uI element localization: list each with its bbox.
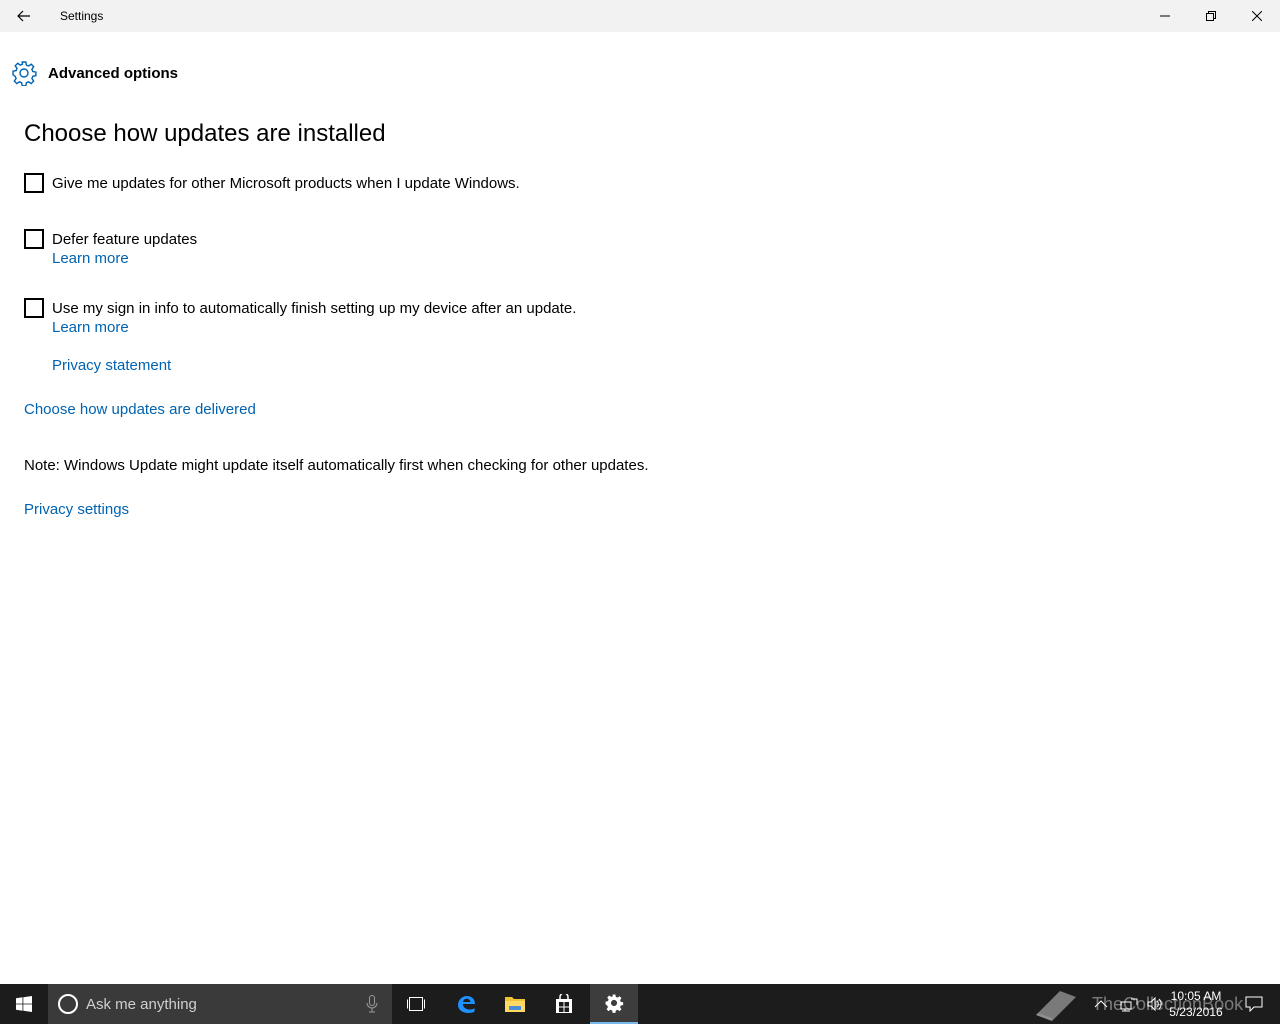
clock[interactable]: 10:05 AM 5/23/2016	[1160, 988, 1232, 1020]
search-box[interactable]: Ask me anything	[48, 984, 392, 1024]
folder-icon	[505, 997, 525, 1012]
page-header: Advanced options	[10, 58, 178, 88]
other-products-label: Give me updates for other Microsoft prod…	[52, 174, 520, 192]
search-placeholder: Ask me anything	[86, 995, 197, 1013]
windows-logo-icon	[16, 996, 32, 1012]
privacy-settings-link[interactable]: Privacy settings	[24, 501, 129, 518]
edge-icon	[458, 996, 475, 1013]
option-sign-in-info[interactable]: Use my sign in info to automatically fin…	[24, 298, 576, 318]
close-button[interactable]	[1234, 0, 1280, 32]
defer-updates-label: Defer feature updates	[52, 230, 198, 248]
privacy-statement-link[interactable]: Privacy statement	[52, 357, 171, 374]
delivery-options-link[interactable]: Choose how updates are delivered	[24, 401, 256, 418]
page-title: Advanced options	[48, 64, 179, 82]
action-center-button[interactable]	[1234, 984, 1274, 1024]
microphone-icon[interactable]	[364, 994, 380, 1014]
defer-learn-more-link[interactable]: Learn more	[52, 250, 129, 267]
start-button[interactable]	[0, 984, 48, 1024]
settings-taskbar-button[interactable]	[590, 984, 638, 1024]
task-view-icon	[407, 997, 425, 1011]
gear-icon	[10, 59, 38, 87]
cortana-icon	[58, 994, 78, 1014]
clock-time: 10:05 AM	[1170, 989, 1222, 1003]
sign-in-info-checkbox[interactable]	[24, 298, 44, 318]
title-bar: Settings	[0, 0, 1280, 32]
chevron-up-icon[interactable]	[1094, 999, 1108, 1009]
other-products-checkbox[interactable]	[24, 173, 44, 193]
task-view-button[interactable]	[392, 984, 440, 1024]
window-title: Settings	[60, 9, 104, 23]
restore-icon	[1206, 11, 1216, 21]
taskbar: Ask me anything TheCollectionBook 10:05 …	[0, 984, 1280, 1024]
option-defer-feature-updates[interactable]: Defer feature updates	[24, 229, 197, 249]
defer-updates-checkbox[interactable]	[24, 229, 44, 249]
store-button[interactable]	[540, 984, 588, 1024]
system-tray	[1094, 984, 1164, 1024]
restore-button[interactable]	[1188, 0, 1234, 32]
back-button[interactable]	[0, 0, 48, 32]
network-icon[interactable]	[1120, 996, 1138, 1012]
notification-icon	[1245, 996, 1263, 1012]
clock-date: 5/23/2016	[1169, 1005, 1223, 1019]
option-other-products[interactable]: Give me updates for other Microsoft prod…	[24, 173, 520, 193]
minimize-icon	[1160, 15, 1170, 17]
file-explorer-button[interactable]	[491, 984, 539, 1024]
edge-button[interactable]	[442, 984, 490, 1024]
update-note: Note: Windows Update might update itself…	[24, 457, 649, 474]
arrow-left-icon	[17, 10, 30, 22]
sign-in-learn-more-link[interactable]: Learn more	[52, 319, 129, 336]
close-icon	[1252, 11, 1262, 21]
gear-icon	[605, 994, 624, 1013]
section-title: Choose how updates are installed	[24, 120, 386, 147]
book-icon	[1036, 991, 1076, 1021]
minimize-button[interactable]	[1142, 0, 1188, 32]
sign-in-info-label: Use my sign in info to automatically fin…	[52, 299, 577, 317]
store-icon	[556, 994, 572, 1013]
